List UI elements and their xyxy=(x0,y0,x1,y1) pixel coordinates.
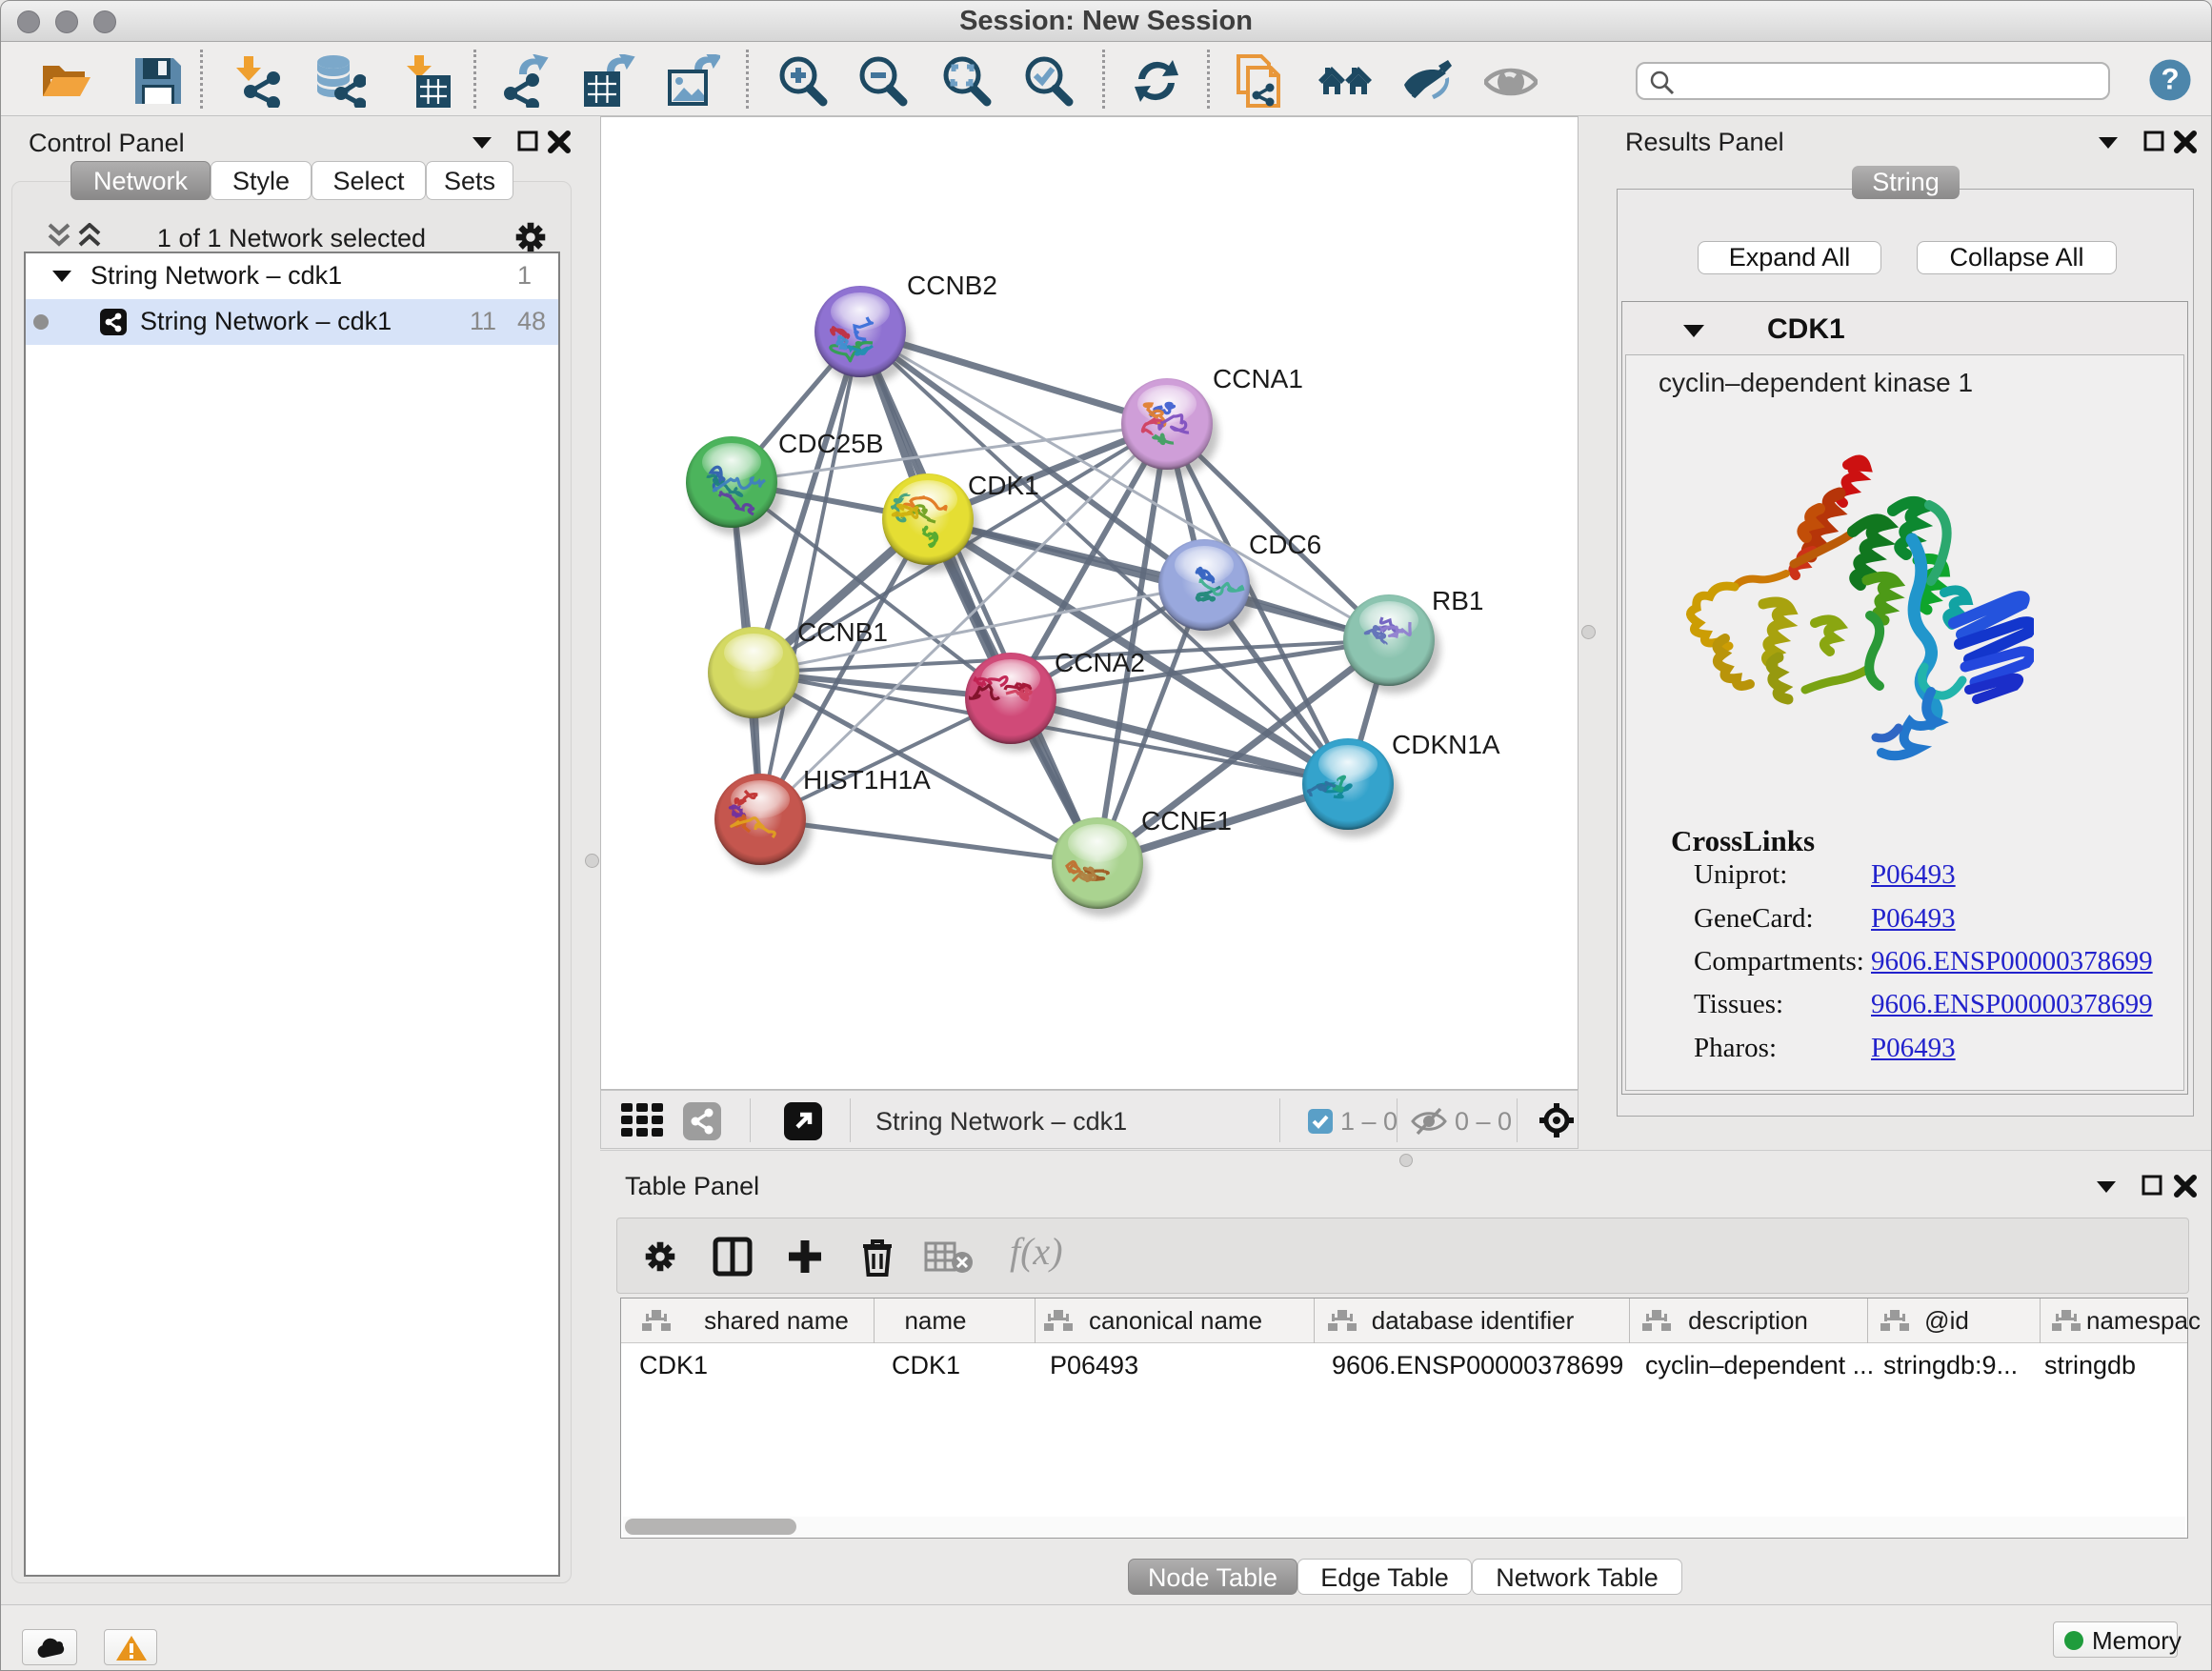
svg-text:CCNA2: CCNA2 xyxy=(1055,648,1145,677)
svg-text:?: ? xyxy=(2161,62,2179,95)
svg-text:CDC6: CDC6 xyxy=(1249,530,1321,559)
svg-text:CCNE1: CCNE1 xyxy=(1141,806,1232,836)
svg-text:RB1: RB1 xyxy=(1432,586,1483,615)
svg-text:CCNA1: CCNA1 xyxy=(1213,364,1303,393)
svg-text:CDC25B: CDC25B xyxy=(778,429,883,458)
svg-text:CDKN1A: CDKN1A xyxy=(1392,730,1500,759)
svg-text:CCNB1: CCNB1 xyxy=(797,617,888,647)
svg-text:HIST1H1A: HIST1H1A xyxy=(803,765,931,795)
svg-text:CDK1: CDK1 xyxy=(968,471,1039,500)
svg-text:CCNB2: CCNB2 xyxy=(907,271,997,300)
